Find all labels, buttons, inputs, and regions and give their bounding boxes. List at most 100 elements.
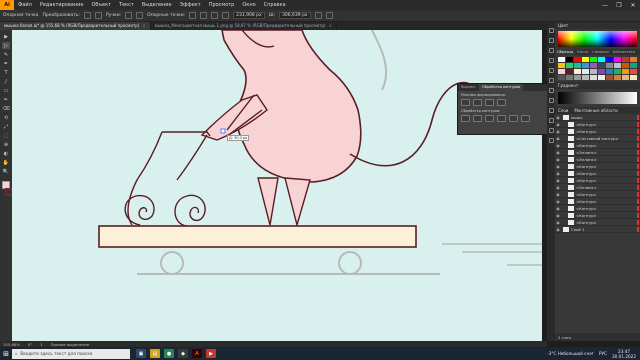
menu-effect[interactable]: Эффект <box>176 2 205 8</box>
stroke-icon[interactable] <box>548 98 554 103</box>
visibility-eye-icon[interactable]: ◉ <box>555 206 561 211</box>
gradient-tool-icon[interactable]: ◐ <box>2 150 10 157</box>
visibility-eye-icon[interactable]: ◉ <box>555 143 561 148</box>
visibility-eye-icon[interactable]: ◉ <box>555 157 561 162</box>
color-swatch[interactable] <box>630 69 637 74</box>
taskbar-search-input[interactable]: ⌕ Введите здесь текст для поиска <box>12 348 130 359</box>
visibility-eye-icon[interactable]: ◉ <box>555 199 561 204</box>
layer-row[interactable]: ◉ <Контур> <box>555 198 640 205</box>
tab-brushes[interactable]: Кисти <box>575 49 590 55</box>
color-swatch[interactable] <box>598 69 605 74</box>
color-swatch[interactable] <box>574 63 581 68</box>
outline-button[interactable] <box>509 115 518 122</box>
rotation-angle[interactable]: 0° <box>28 342 32 347</box>
menu-select[interactable]: Выделение <box>138 2 176 8</box>
color-swatch[interactable] <box>566 69 573 74</box>
tab-document-1[interactable]: мышка белая.ai* @ 155,68 % (RGB/Предвари… <box>0 22 151 30</box>
x-coordinate-field[interactable]: 231,908 px <box>233 12 265 19</box>
task-view-icon[interactable]: ▣ <box>136 349 146 358</box>
convert-corner-icon[interactable] <box>83 12 91 19</box>
close-button[interactable]: ✕ <box>626 0 640 10</box>
color-swatch[interactable] <box>566 63 573 68</box>
close-icon[interactable]: × <box>142 23 145 28</box>
layer-row[interactable]: ◉ <Контур> <box>555 191 640 198</box>
color-swatch[interactable] <box>614 75 621 80</box>
layer-row[interactable]: ◉ <Контур> <box>555 170 640 177</box>
rectangle-tool-icon[interactable]: ▭ <box>2 87 10 94</box>
tab-pathfinder[interactable]: Обработка контуров <box>479 84 524 91</box>
brushes-icon[interactable] <box>548 78 554 83</box>
layer-row[interactable]: ◉ <Контур> <box>555 121 640 128</box>
properties-icon[interactable] <box>548 28 554 33</box>
transparency-icon[interactable] <box>548 118 554 123</box>
align-icon[interactable] <box>222 12 230 19</box>
gradient-preview[interactable] <box>558 92 637 104</box>
color-swatch[interactable] <box>558 69 565 74</box>
color-swatch[interactable] <box>598 63 605 68</box>
minus-back-button[interactable] <box>521 115 530 122</box>
color-swatch[interactable] <box>558 63 565 68</box>
visibility-eye-icon[interactable]: ◉ <box>555 227 561 232</box>
layer-row[interactable]: ◉ <Контур> <box>555 177 640 184</box>
visibility-eye-icon[interactable]: ◉ <box>555 129 561 134</box>
artboard-number[interactable]: 1 <box>40 342 42 347</box>
layer-row[interactable]: ◉ <Контур> <box>555 163 640 170</box>
handles-show-icon[interactable] <box>125 12 133 19</box>
appearance-icon[interactable] <box>548 128 554 133</box>
trim-button[interactable] <box>473 115 482 122</box>
color-swatch[interactable] <box>574 75 581 80</box>
menu-type[interactable]: Текст <box>115 2 138 8</box>
layer-row[interactable]: ◉ <Эллипс> <box>555 184 640 191</box>
tab-document-2[interactable]: мышка_Многоцветная мышь 1.png @ 58,97 % … <box>151 22 337 30</box>
free-transform-tool-icon[interactable]: ⬚ <box>2 132 10 139</box>
transform-icon[interactable] <box>314 12 322 19</box>
color-swatch[interactable] <box>590 63 597 68</box>
visibility-eye-icon[interactable]: ◉ <box>555 220 561 225</box>
menu-window[interactable]: Окно <box>238 2 259 8</box>
convert-smooth-icon[interactable] <box>94 12 102 19</box>
menu-help[interactable]: Справка <box>260 2 290 8</box>
hand-tool-icon[interactable]: ✋ <box>2 159 10 166</box>
color-swatch[interactable] <box>614 63 621 68</box>
color-swatch[interactable] <box>566 57 573 62</box>
color-swatch[interactable] <box>598 57 605 62</box>
layer-row[interactable]: ◉ <Контур> <box>555 205 640 212</box>
tab-libraries[interactable]: Библиотеки <box>611 49 637 55</box>
layers-icon[interactable] <box>548 38 554 43</box>
color-swatch[interactable] <box>590 69 597 74</box>
visibility-eye-icon[interactable]: ◉ <box>555 178 561 183</box>
color-swatch[interactable] <box>622 63 629 68</box>
color-swatch[interactable] <box>558 57 565 62</box>
color-swatch[interactable] <box>574 69 581 74</box>
layer-row[interactable]: ◉ <Составной контур> <box>555 135 640 142</box>
artboard-canvas[interactable]: Д: 30,0 px <box>12 30 542 341</box>
color-swatch[interactable] <box>558 75 565 80</box>
layer-row[interactable]: ◉ <Контур> <box>555 128 640 135</box>
color-swatch[interactable] <box>598 75 605 80</box>
illustrator-taskbar-icon[interactable]: A <box>192 349 202 358</box>
color-swatch[interactable] <box>606 69 613 74</box>
layer-row[interactable]: ◉ <Контур> <box>555 212 640 219</box>
visibility-eye-icon[interactable]: ◉ <box>555 136 561 141</box>
minimize-button[interactable]: — <box>598 0 612 10</box>
menu-object[interactable]: Объект <box>87 2 115 8</box>
color-swatch[interactable] <box>614 69 621 74</box>
visibility-eye-icon[interactable]: ◉ <box>555 122 561 127</box>
visibility-eye-icon[interactable]: ◉ <box>555 171 561 176</box>
connect-anchor-icon[interactable] <box>200 12 208 19</box>
color-swatch[interactable] <box>614 57 621 62</box>
libraries-icon[interactable] <box>548 48 554 53</box>
visibility-eye-icon[interactable]: ◉ <box>555 115 561 120</box>
color-swatch[interactable] <box>606 63 613 68</box>
color-swatch[interactable] <box>582 57 589 62</box>
divide-button[interactable] <box>461 115 470 122</box>
layer-row[interactable]: ◉ мышь <box>555 114 640 121</box>
color-swatch[interactable] <box>630 57 637 62</box>
color-spectrum[interactable] <box>558 31 637 47</box>
scale-tool-icon[interactable]: ⤢ <box>2 123 10 130</box>
color-swatch[interactable] <box>606 57 613 62</box>
crop-button[interactable] <box>497 115 506 122</box>
unite-button[interactable] <box>461 99 470 106</box>
layer-row[interactable]: ◉ <Эллипс> <box>555 156 640 163</box>
type-tool-icon[interactable]: T <box>2 69 10 76</box>
